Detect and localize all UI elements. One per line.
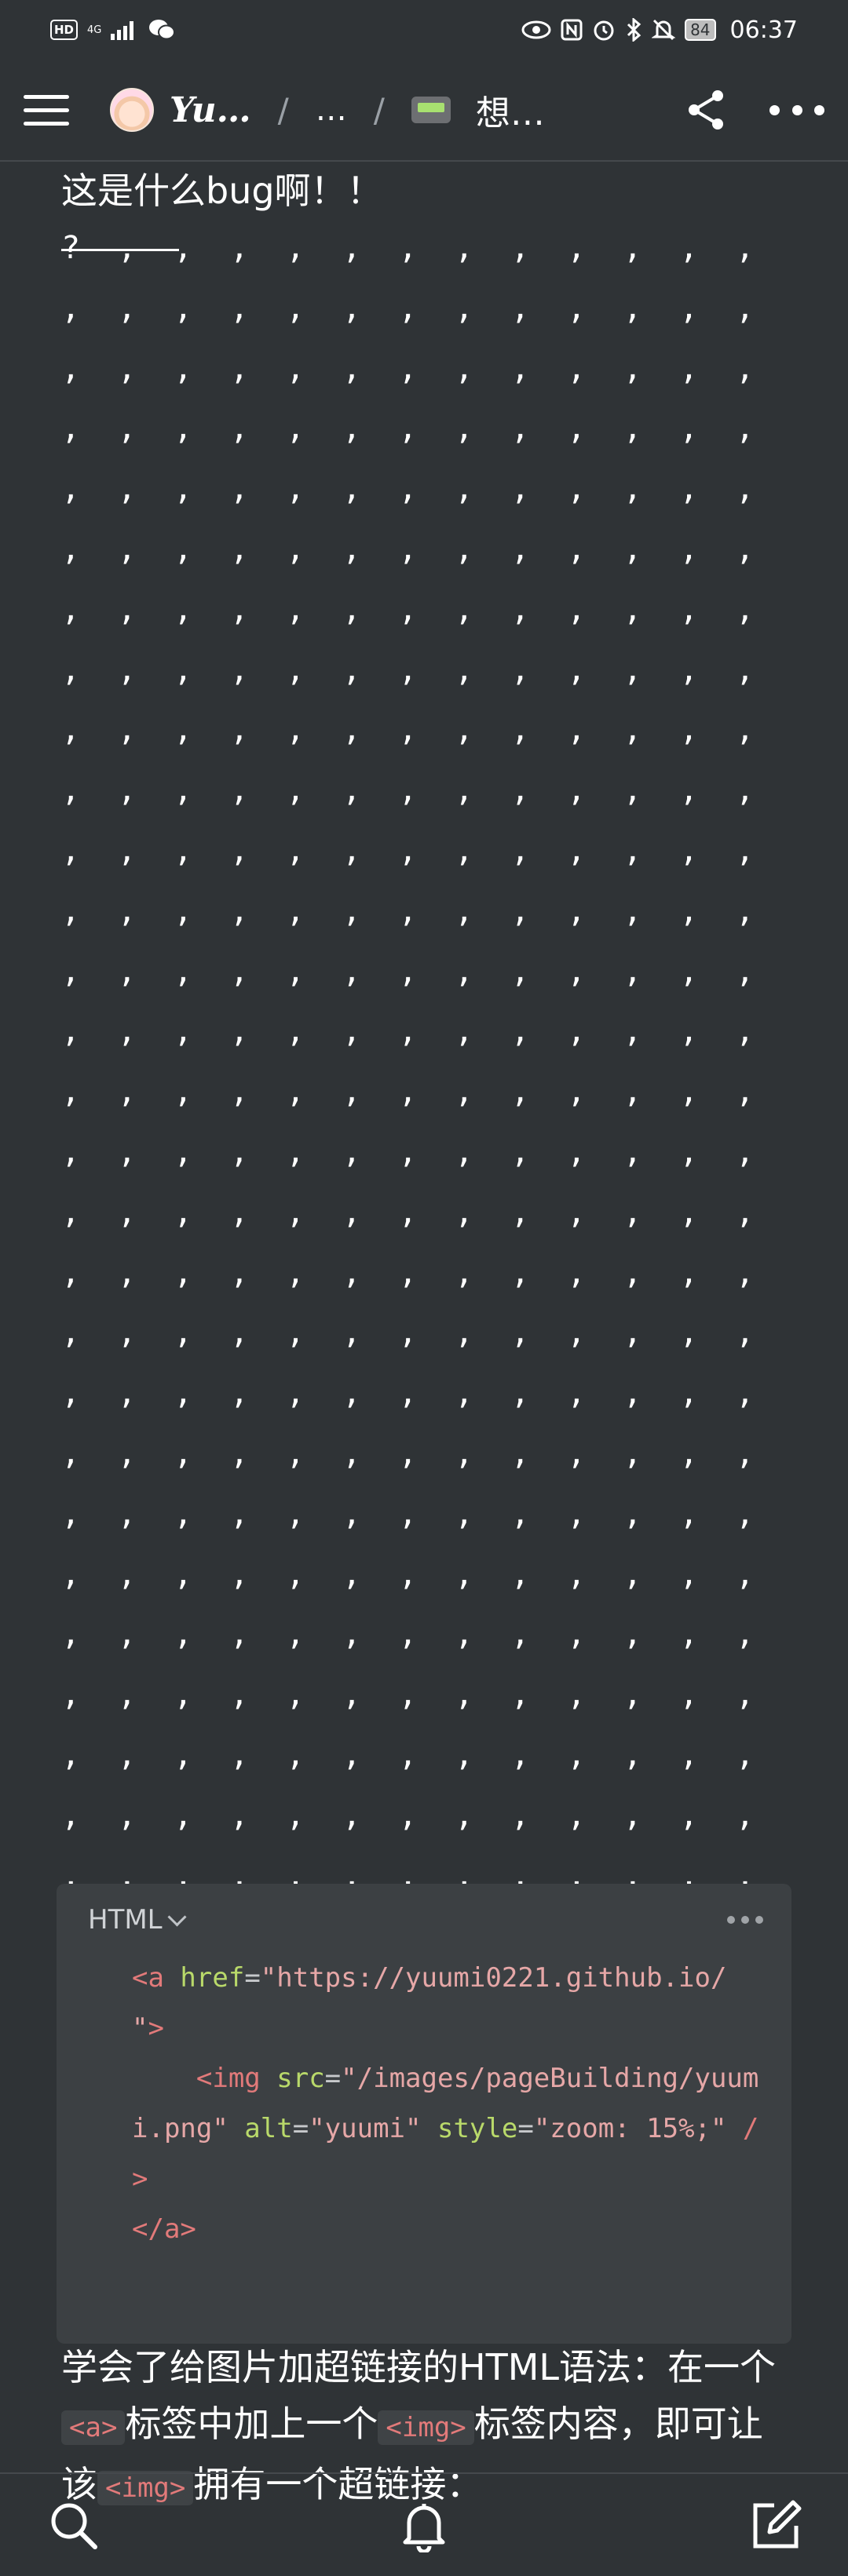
breadcrumb-separator: / xyxy=(373,90,385,130)
code-token: alt xyxy=(228,2113,293,2144)
code-token: = xyxy=(244,1962,261,1994)
code-block-header: HTML xyxy=(57,1884,791,1936)
code-token: = xyxy=(292,2113,309,2144)
share-icon[interactable] xyxy=(683,86,730,133)
chevron-down-icon xyxy=(167,1906,187,1927)
code-token: src xyxy=(276,2063,325,2094)
alarm-icon xyxy=(594,20,614,41)
code-block-more-icon[interactable] xyxy=(727,1916,763,1924)
code-content: <a href="https://yuumi0221.github.io/ ">… xyxy=(57,1936,791,2254)
strikethrough-mark xyxy=(61,249,179,251)
menu-icon[interactable] xyxy=(24,86,71,133)
code-token: = xyxy=(324,2063,342,2094)
eye-icon xyxy=(521,20,551,39)
paragraph-text: 标签中加上一个 xyxy=(125,2402,378,2445)
clock: 06:37 xyxy=(729,16,798,44)
signal-bars-icon xyxy=(111,21,134,40)
code-token: <a xyxy=(132,1962,181,1994)
code-token: "zoom: 15%;" xyxy=(533,2113,727,2144)
mute-icon xyxy=(652,19,676,41)
code-token: "yuumi" xyxy=(309,2113,422,2144)
bottom-nav xyxy=(0,2472,848,2576)
breadcrumb-page-title[interactable]: 想… xyxy=(476,85,545,135)
code-token: style xyxy=(421,2113,518,2144)
more-options-icon[interactable] xyxy=(769,102,824,118)
code-token: href xyxy=(180,1962,245,1994)
app-header: Yu… / … / 想… xyxy=(0,60,848,162)
battery-icon: 84 xyxy=(685,19,716,41)
code-token: </a> xyxy=(132,2213,196,2245)
code-token: > xyxy=(148,2012,164,2044)
inline-code: <a> xyxy=(61,2410,126,2445)
nfc-icon xyxy=(561,19,583,41)
avatar[interactable] xyxy=(110,88,154,132)
inline-code: <img> xyxy=(378,2410,474,2445)
code-token: = xyxy=(517,2113,534,2144)
breadcrumb: Yu… / … / 想… xyxy=(110,85,683,135)
wechat-icon xyxy=(149,20,176,40)
status-right: 84 06:37 xyxy=(521,16,798,44)
breadcrumb-collapsed[interactable]: … xyxy=(316,92,347,128)
code-block: HTML <a href="https://yuumi0221.github.i… xyxy=(57,1884,791,2344)
bell-icon[interactable] xyxy=(397,2498,451,2552)
breadcrumb-site-title[interactable]: Yu… xyxy=(170,90,251,130)
pager-icon xyxy=(411,97,451,123)
hd-icon: HD xyxy=(50,20,79,40)
bluetooth-icon xyxy=(627,18,641,42)
code-language-label: HTML xyxy=(88,1904,163,1936)
search-icon[interactable] xyxy=(46,2498,101,2552)
paragraph-text: 学会了给图片加超链接的HTML语法：在一个 xyxy=(61,2345,777,2388)
code-token: <img xyxy=(196,2063,277,2094)
status-bar: HD 4G 84 06:37 xyxy=(0,0,848,60)
signal-icon: 4G xyxy=(87,25,101,35)
code-language-selector[interactable]: HTML xyxy=(88,1904,187,1936)
post-heading: 这是什么bug啊！！ xyxy=(61,170,383,212)
network-label: 4G xyxy=(87,24,102,36)
breadcrumb-separator: / xyxy=(277,90,289,130)
edit-icon[interactable] xyxy=(747,2498,802,2552)
status-left: HD 4G xyxy=(50,19,176,41)
